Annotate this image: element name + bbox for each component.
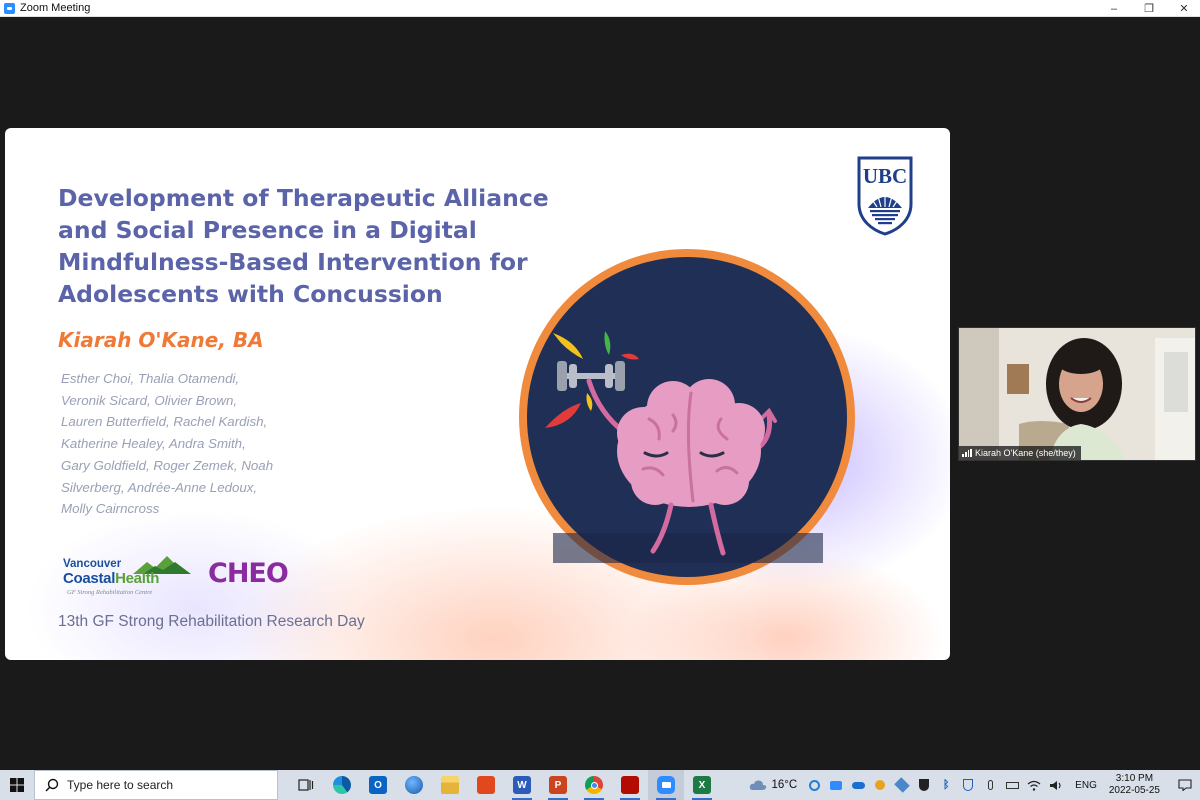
tray-app-icon[interactable]	[803, 770, 825, 800]
notifications-button[interactable]	[1170, 770, 1200, 800]
restore-button[interactable]: ❐	[1131, 0, 1167, 17]
onedrive-icon[interactable]	[847, 770, 869, 800]
powerpoint-icon: P	[549, 776, 567, 794]
chrome-icon	[585, 776, 603, 794]
taskbar-app-excel[interactable]: X	[684, 770, 720, 800]
window-titlebar: Zoom Meeting – ❐ ✕	[0, 0, 1200, 17]
taskbar-app-zoom[interactable]	[648, 770, 684, 800]
vch-health: Health	[115, 570, 160, 587]
defender-shield-icon[interactable]	[957, 770, 979, 800]
acrobat-icon	[621, 776, 639, 794]
taskbar-app-chrome[interactable]	[576, 770, 612, 800]
minimize-button[interactable]: –	[1096, 0, 1132, 17]
word-icon: W	[513, 776, 531, 794]
taskbar-search-box[interactable]: Type here to search	[34, 770, 278, 800]
taskbar-app-edge[interactable]	[324, 770, 360, 800]
microphone-icon[interactable]	[979, 770, 1001, 800]
taskbar-clock[interactable]: 3:10 PM 2022-05-25	[1109, 773, 1160, 797]
taskbar-app-globe[interactable]	[396, 770, 432, 800]
tray-network-tool-icon[interactable]	[891, 770, 913, 800]
search-placeholder: Type here to search	[67, 778, 174, 792]
task-view-button[interactable]	[288, 770, 324, 800]
language-indicator[interactable]: ENG	[1075, 780, 1097, 791]
clock-date: 2022-05-25	[1108, 785, 1160, 796]
battery-icon[interactable]	[1001, 770, 1023, 800]
window-title: Zoom Meeting	[20, 2, 91, 14]
windows-taskbar: Type here to search O W P X 16°C ᛒ ENG 3…	[0, 770, 1200, 800]
taskbar-pinned-apps: O W P X	[288, 770, 720, 800]
participant-video-tile[interactable]: Kiarah O'Kane (she/they)	[958, 327, 1196, 461]
ubc-logo: UBC	[856, 156, 914, 236]
zoom-app-icon	[4, 2, 15, 14]
system-tray: 16°C ᛒ ENG 3:10 PM 2022-05-25	[749, 770, 1200, 800]
tray-zoom-icon[interactable]	[825, 770, 847, 800]
vch-line2: CoastalHealth	[63, 570, 159, 587]
taskbar-app-office[interactable]	[468, 770, 504, 800]
security-shield-icon[interactable]	[913, 770, 935, 800]
zoom-icon	[657, 776, 675, 794]
cloud-icon	[750, 780, 767, 790]
globe-icon	[405, 776, 423, 794]
close-button[interactable]: ✕	[1166, 0, 1200, 17]
taskbar-app-acrobat[interactable]	[612, 770, 648, 800]
coauthor-list: Esther Choi, Thalia Otamendi, Veronik Si…	[61, 371, 274, 517]
weather-temperature: 16°C	[771, 779, 798, 791]
clock-time: 3:10 PM	[1115, 773, 1154, 784]
signal-strength-icon	[962, 449, 972, 457]
cheo-logo: CHEO	[208, 558, 289, 589]
participant-name: Kiarah O'Kane (she/they)	[975, 448, 1076, 458]
task-view-icon	[298, 779, 314, 791]
excel-icon: X	[693, 776, 711, 794]
wifi-icon[interactable]	[1023, 770, 1045, 800]
office-icon	[477, 776, 495, 794]
tray-orange-icon[interactable]	[869, 770, 891, 800]
taskbar-app-file-explorer[interactable]	[432, 770, 468, 800]
weather-widget[interactable]: 16°C	[749, 779, 797, 791]
taskbar-app-word[interactable]: W	[504, 770, 540, 800]
vch-line1: Vancouver	[63, 558, 122, 570]
volume-icon[interactable]	[1045, 770, 1067, 800]
search-icon	[45, 778, 59, 792]
shared-screen-slide: Development of Therapeutic Alliance and …	[5, 128, 950, 660]
edge-icon	[333, 776, 351, 794]
vancouver-coastal-health-logo: Vancouver CoastalHealth GF Strong Rehabi…	[61, 556, 201, 604]
taskbar-app-outlook[interactable]: O	[360, 770, 396, 800]
ubc-logo-text: UBC	[863, 164, 907, 188]
windows-icon	[10, 778, 24, 792]
brain-dumbbell-illustration	[513, 243, 861, 591]
folder-icon	[441, 776, 459, 794]
event-name: 13th GF Strong Rehabilitation Research D…	[58, 613, 365, 630]
notification-icon	[1178, 779, 1192, 791]
participant-video-frame	[959, 328, 1195, 460]
bluetooth-icon[interactable]: ᛒ	[935, 770, 957, 800]
start-button[interactable]	[0, 770, 34, 800]
taskbar-app-powerpoint[interactable]: P	[540, 770, 576, 800]
presenter-name: Kiarah O'Kane, BA	[58, 328, 264, 352]
participant-nametag: Kiarah O'Kane (she/they)	[959, 446, 1081, 460]
vch-line3: GF Strong Rehabilitation Centre	[67, 589, 153, 596]
outlook-icon: O	[369, 776, 387, 794]
vch-coastal: Coastal	[63, 570, 116, 587]
slide-title: Development of Therapeutic Alliance and …	[58, 184, 549, 308]
